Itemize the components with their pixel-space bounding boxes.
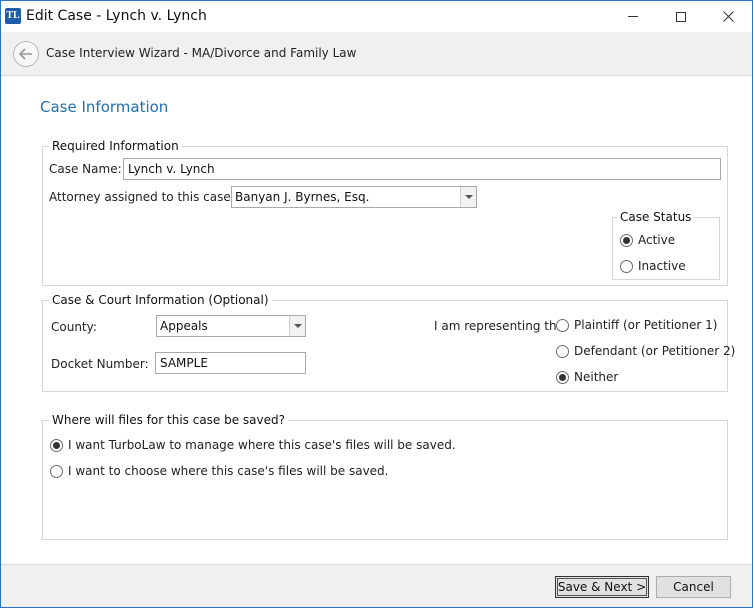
file-location-legend: Where will files for this case be saved?: [49, 413, 289, 427]
docket-number-input[interactable]: SAMPLE: [155, 352, 306, 374]
managed-files-label: I want TurboLaw to manage where this cas…: [68, 438, 456, 452]
back-button[interactable]: [13, 41, 39, 67]
docket-label: Docket Number:: [51, 357, 149, 371]
maximize-button[interactable]: [658, 1, 704, 32]
edit-case-window: TL Edit Case - Lynch v. Lynch Case Inter…: [0, 0, 753, 608]
required-info-legend: Required Information: [49, 139, 182, 153]
case-status-legend: Case Status: [617, 210, 695, 224]
cancel-button[interactable]: Cancel: [656, 576, 731, 598]
close-icon: [722, 11, 734, 22]
attorney-dropdown-button[interactable]: [460, 187, 476, 207]
file-location-group: Where will files for this case be saved?…: [42, 413, 728, 540]
plaintiff-label: Plaintiff (or Petitioner 1): [574, 318, 718, 332]
county-dropdown-button[interactable]: [289, 316, 305, 336]
save-next-button[interactable]: Save & Next >: [555, 576, 649, 598]
custom-files-radio[interactable]: I want to choose where this case's files…: [50, 464, 388, 478]
wizard-header: Case Interview Wizard - MA/Divorce and F…: [1, 32, 752, 76]
required-info-group: Required Information Case Name: Lynch v.…: [42, 139, 728, 286]
court-info-legend: Case & Court Information (Optional): [49, 293, 272, 307]
plaintiff-radio[interactable]: Plaintiff (or Petitioner 1): [556, 318, 717, 332]
turbolaw-app-icon: TL: [5, 8, 21, 24]
dialog-footer: Save & Next > Cancel: [1, 564, 752, 607]
close-button[interactable]: [705, 1, 751, 32]
neither-radio[interactable]: Neither: [556, 370, 618, 384]
chevron-down-icon: [293, 324, 302, 328]
radio-unselected-icon: [556, 344, 569, 358]
managed-files-radio[interactable]: I want TurboLaw to manage where this cas…: [50, 438, 456, 452]
court-info-group: Case & Court Information (Optional) Coun…: [42, 293, 735, 392]
minimize-button[interactable]: [610, 1, 656, 32]
status-inactive-radio[interactable]: Inactive: [620, 259, 686, 273]
neither-label: Neither: [574, 370, 619, 384]
attorney-select[interactable]: Banyan J. Byrnes, Esq.: [231, 186, 477, 208]
radio-unselected-icon: [50, 464, 63, 478]
radio-unselected-icon: [556, 318, 569, 332]
arrow-left-icon: [19, 48, 32, 60]
radio-selected-icon: [556, 370, 569, 384]
window-title: Edit Case - Lynch v. Lynch: [26, 8, 207, 24]
status-inactive-label: Inactive: [638, 259, 686, 273]
case-status-group: Case Status Active Inactive: [612, 210, 720, 280]
county-select[interactable]: Appeals: [156, 315, 306, 337]
defendant-radio[interactable]: Defendant (or Petitioner 2): [556, 344, 735, 358]
representing-label: I am representing the:: [434, 319, 568, 333]
radio-unselected-icon: [620, 259, 633, 273]
wizard-title: Case Interview Wizard - MA/Divorce and F…: [46, 46, 357, 60]
title-bar: TL Edit Case - Lynch v. Lynch: [1, 1, 752, 32]
custom-files-label: I want to choose where this case's files…: [68, 464, 389, 478]
status-active-label: Active: [638, 233, 676, 247]
radio-selected-icon: [50, 438, 63, 452]
county-select-value: Appeals: [160, 319, 208, 333]
county-label: County:: [51, 320, 97, 334]
defendant-label: Defendant (or Petitioner 2): [574, 344, 736, 358]
case-name-label: Case Name:: [49, 162, 122, 176]
maximize-icon: [676, 11, 686, 22]
attorney-select-value: Banyan J. Byrnes, Esq.: [235, 190, 370, 204]
minimize-icon: [628, 16, 638, 17]
radio-selected-icon: [620, 233, 633, 247]
attorney-label: Attorney assigned to this case:: [49, 190, 235, 204]
status-active-radio[interactable]: Active: [620, 233, 675, 247]
chevron-down-icon: [464, 195, 473, 199]
page-title: Case Information: [40, 98, 169, 116]
case-name-input[interactable]: Lynch v. Lynch: [123, 158, 721, 180]
